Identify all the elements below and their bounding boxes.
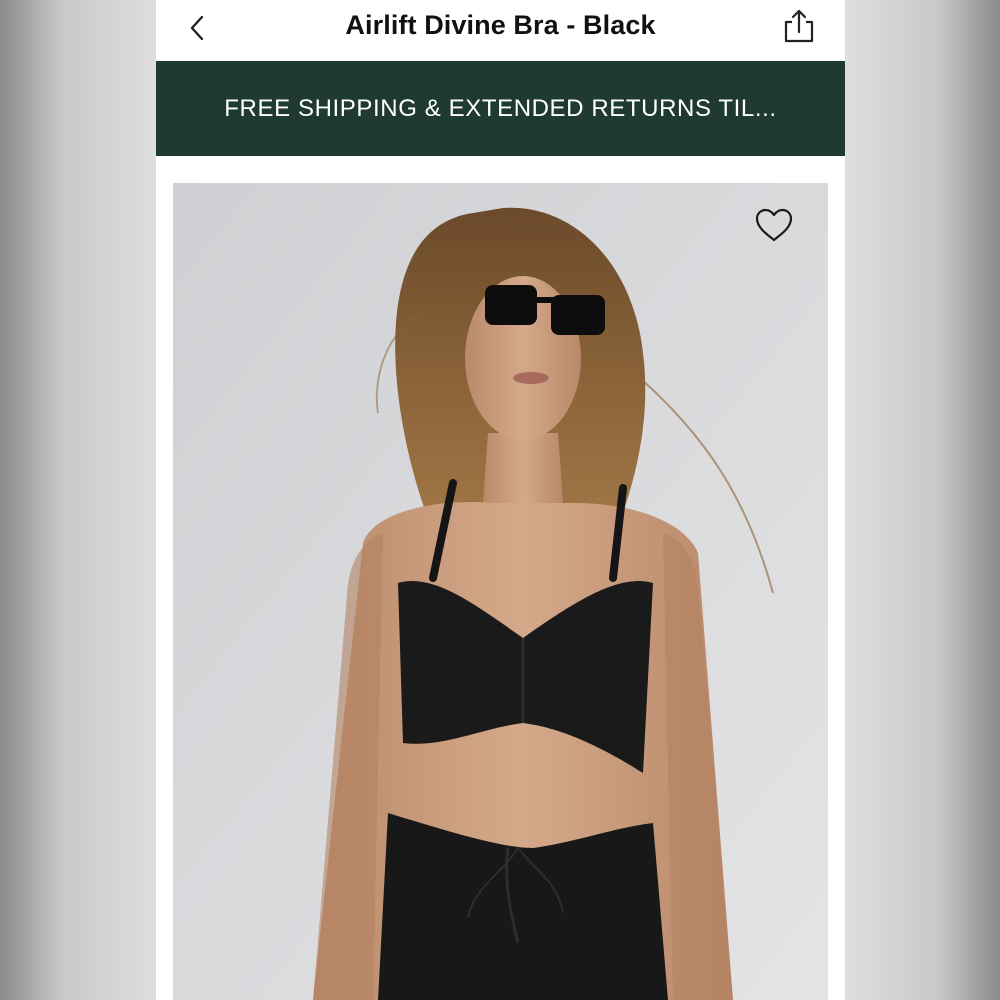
app-screen: Airlift Divine Bra - Black FREE SHIPPING… xyxy=(156,0,845,1000)
blurred-background-right xyxy=(845,0,1000,1000)
back-button[interactable] xyxy=(180,10,216,46)
product-image[interactable] xyxy=(173,183,828,1000)
page-title: Airlift Divine Bra - Black xyxy=(345,10,656,40)
heart-outline-icon xyxy=(755,208,793,242)
promo-banner[interactable]: FREE SHIPPING & EXTENDED RETURNS TIL... xyxy=(156,61,845,156)
wishlist-button[interactable] xyxy=(752,205,796,245)
share-icon xyxy=(784,9,814,43)
chevron-left-icon xyxy=(190,15,204,41)
product-photo xyxy=(173,183,828,1000)
share-button[interactable] xyxy=(781,6,817,46)
blurred-background-left xyxy=(0,0,156,1000)
promo-banner-text: FREE SHIPPING & EXTENDED RETURNS TIL... xyxy=(224,94,777,122)
top-navigation-bar: Airlift Divine Bra - Black xyxy=(156,0,845,61)
